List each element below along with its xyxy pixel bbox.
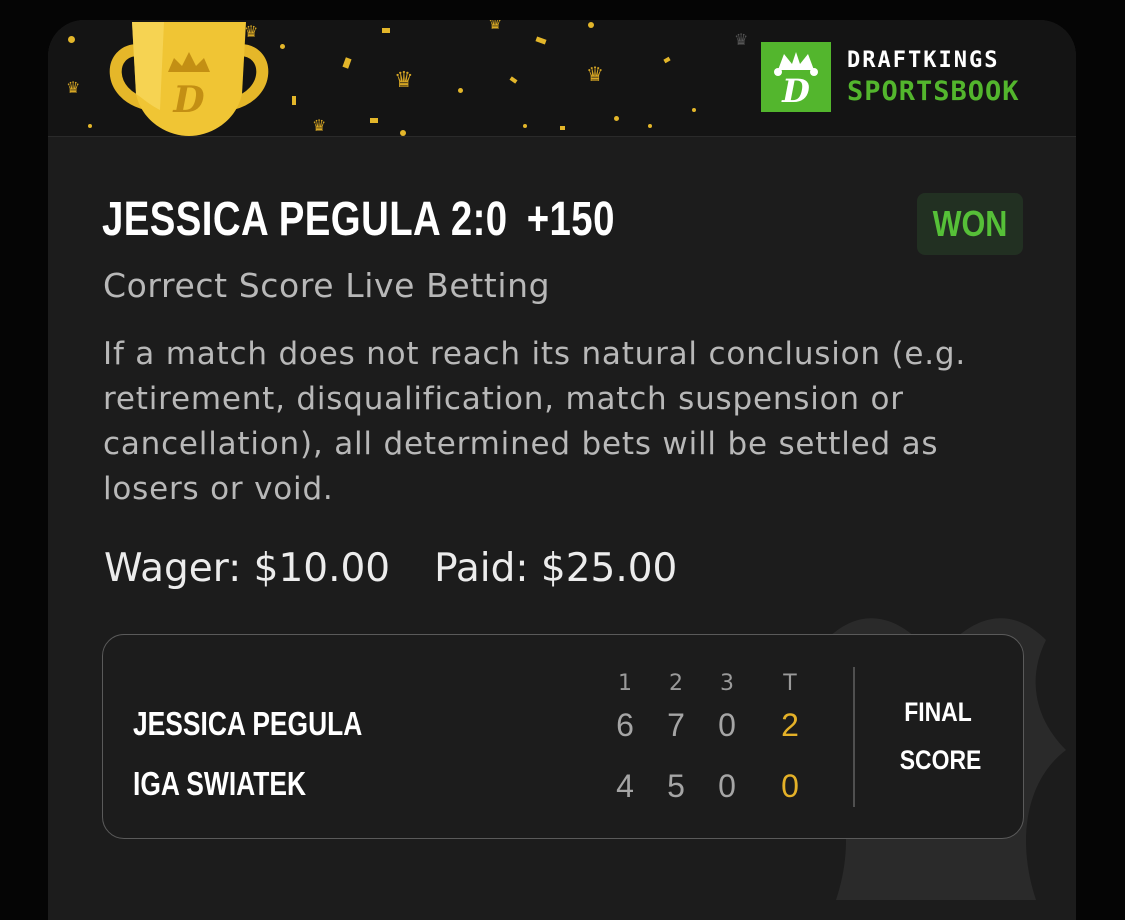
player-name: JESSICA PEGULA — [133, 705, 363, 742]
market-rules-text: If a match does not reach its natural co… — [103, 336, 967, 507]
paid-label: Paid: — [434, 546, 529, 591]
set-header: 1 — [618, 671, 632, 696]
confetti-piece — [68, 36, 75, 43]
confetti-piece — [458, 88, 463, 93]
confetti-piece — [560, 126, 565, 130]
selection-text: JESSICA PEGULA 2:0 — [102, 193, 508, 246]
final-score-label-line2: SCORE — [899, 745, 982, 775]
wager-label: Wager: — [104, 546, 242, 591]
svg-text:D: D — [781, 72, 810, 106]
total-score: 2 — [781, 707, 799, 743]
set-score: 0 — [718, 768, 736, 804]
confetti-piece — [588, 22, 594, 28]
crown-confetti-icon: ♛ — [394, 68, 414, 93]
odds-text: +150 — [526, 193, 615, 246]
scoreboard: 1 2 3 T JESSICA PEGULA 6 7 0 2 IGA SWIAT… — [102, 634, 1024, 839]
confetti-piece — [342, 57, 352, 69]
crown-confetti-icon: ♛ — [312, 116, 327, 135]
celebration-banner: ♛ ♛ ♛ ♛ ♛ ♛ ♛ D D DRAFTKINGS SPORTSBOOK — [48, 20, 1076, 137]
total-score: 0 — [781, 768, 799, 804]
confetti-piece — [509, 76, 518, 84]
svg-text:D: D — [172, 79, 204, 121]
confetti-piece — [400, 130, 406, 136]
crown-confetti-icon: ♛ — [488, 20, 503, 33]
confetti-piece — [292, 96, 296, 105]
final-score-label-line1: FINAL — [904, 697, 972, 727]
scoreboard-divider — [853, 667, 855, 807]
set-score: 0 — [718, 707, 736, 743]
draftkings-sportsbook-logo: D DRAFTKINGS SPORTSBOOK — [761, 42, 1020, 112]
confetti-piece — [280, 44, 285, 49]
trophy-icon: D — [109, 22, 269, 136]
status-badge-label: WON — [932, 203, 1008, 244]
wager-amount: $10.00 — [253, 546, 391, 591]
set-score: 6 — [616, 707, 634, 743]
status-badge: WON — [917, 193, 1023, 255]
brand-name-line1: DRAFTKINGS — [847, 47, 1000, 73]
confetti-piece — [663, 56, 671, 64]
set-score: 4 — [616, 768, 634, 804]
crown-confetti-icon: ♛ — [586, 62, 604, 86]
bet-selection-title: JESSICA PEGULA 2:0 +150 — [102, 192, 615, 247]
confetti-piece — [523, 124, 527, 128]
confetti-piece — [648, 124, 652, 128]
paid-amount: $25.00 — [540, 546, 678, 591]
confetti-piece — [382, 28, 390, 33]
confetti-piece — [692, 108, 696, 112]
wager-summary: Wager: $10.00 Paid: $25.00 — [104, 546, 677, 591]
player-name: IGA SWIATEK — [133, 765, 307, 802]
market-name: Correct Score Live Betting — [103, 266, 551, 305]
set-header: 2 — [669, 671, 683, 696]
crown-confetti-icon: ♛ — [734, 30, 749, 49]
draftkings-crown-logo-icon: D — [761, 42, 831, 112]
brand-name-line2: SPORTSBOOK — [847, 75, 1020, 107]
confetti-piece — [88, 124, 92, 128]
set-score: 5 — [667, 768, 685, 804]
confetti-piece — [535, 36, 547, 45]
confetti-piece — [614, 116, 619, 121]
total-header: T — [783, 671, 797, 696]
set-score: 7 — [667, 707, 685, 743]
bet-card: ♛ ♛ ♛ ♛ ♛ ♛ ♛ D D DRAFTKINGS SPORTSBOOK … — [48, 20, 1076, 920]
set-header: 3 — [720, 671, 734, 696]
confetti-piece — [370, 118, 378, 123]
crown-confetti-icon: ♛ — [66, 78, 81, 97]
